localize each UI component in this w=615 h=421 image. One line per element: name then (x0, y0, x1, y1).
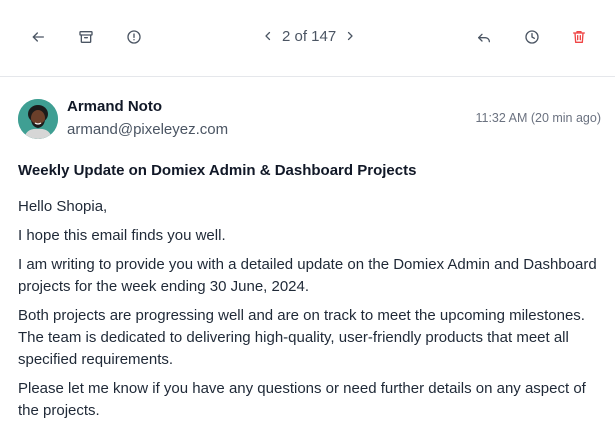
email-body: Hello Shopia, I hope this email finds yo… (18, 196, 603, 421)
body-paragraph: Hello Shopia, (18, 198, 108, 215)
chevron-right-icon[interactable] (342, 25, 358, 47)
reply-icon[interactable] (473, 26, 495, 48)
back-arrow-icon[interactable] (27, 26, 49, 48)
chevron-left-icon[interactable] (260, 25, 276, 47)
body-paragraph: Both projects are progressing well and a… (18, 307, 585, 368)
body-paragraph: I hope this email finds you well. (18, 227, 226, 244)
sender-name: Armand Noto (67, 98, 162, 115)
email-subject: Weekly Update on Domiex Admin & Dashboar… (18, 162, 417, 179)
timestamp: 11:32 AM (20 min ago) (475, 111, 601, 125)
pagination-text: 2 of 147 (282, 27, 337, 45)
pagination: 2 of 147 (260, 25, 358, 47)
sender-email[interactable]: armand@pixeleyez.com (67, 121, 228, 138)
clock-icon[interactable] (521, 26, 543, 48)
body-paragraph: Please let me know if you have any quest… (18, 380, 586, 419)
alert-circle-icon[interactable] (123, 26, 145, 48)
body-paragraph: I am writing to provide you with a detai… (18, 256, 597, 295)
trash-icon[interactable] (568, 26, 590, 48)
archive-icon[interactable] (75, 26, 97, 48)
email-toolbar: 2 of 147 (0, 0, 615, 77)
avatar (18, 99, 58, 139)
